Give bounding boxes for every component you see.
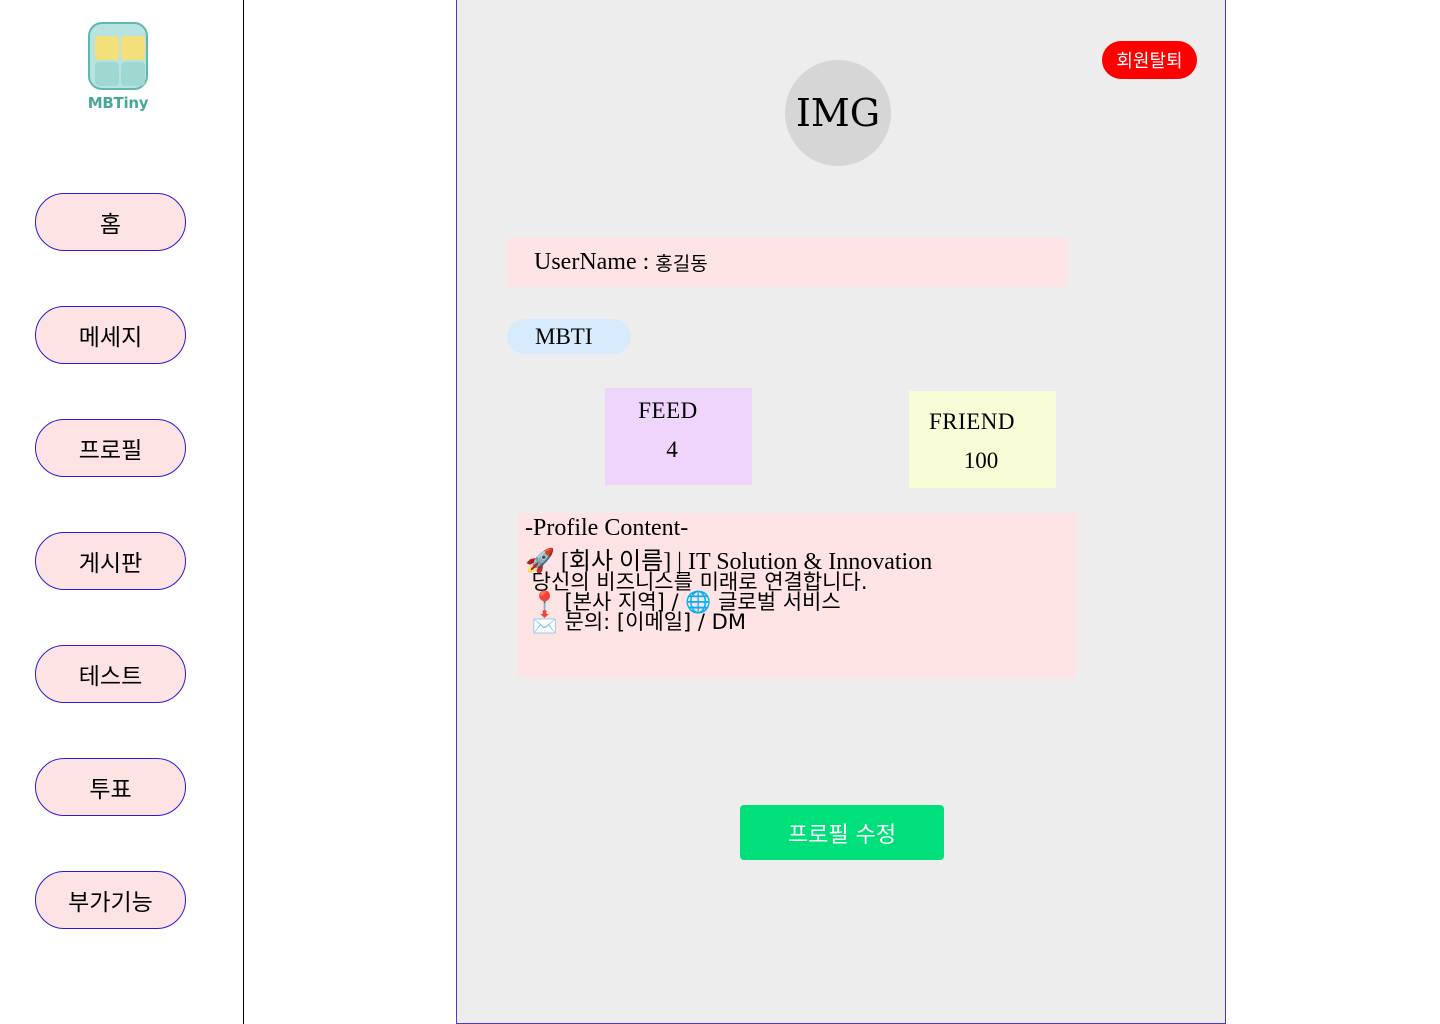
sidebar-item-board[interactable]: 게시판 <box>35 532 186 590</box>
sidebar-item-test[interactable]: 테스트 <box>35 645 186 703</box>
sidebar-item-message[interactable]: 메세지 <box>35 306 186 364</box>
logo-cell-infp <box>121 62 145 86</box>
profile-panel: 회원탈퇴 IMG UserName : 홍길동 MBTI FEED 4 FRIE… <box>456 0 1226 1024</box>
feed-label: FEED <box>638 398 698 423</box>
username-field: UserName : 홍길동 <box>507 238 1067 287</box>
profile-content-line: 당신의 비즈니스를 미래로 연결합니다. <box>525 570 868 594</box>
logo-icon <box>88 22 148 90</box>
mbti-badge[interactable]: MBTI <box>507 319 631 354</box>
withdraw-button[interactable]: 회원탈퇴 <box>1102 41 1197 79</box>
username-label: UserName <box>534 249 637 275</box>
sidebar-item-vote[interactable]: 투표 <box>35 758 186 816</box>
profile-content-line: 🚀 [회사 이름] | IT Solution & Innovation <box>525 549 933 575</box>
profile-content-line: 📩 문의: [이메일] / DM <box>525 610 746 634</box>
edit-profile-button[interactable]: 프로필 수정 <box>740 805 944 860</box>
mbtiny-logo[interactable]: MBTiny <box>86 20 150 116</box>
sidebar-item-home[interactable]: 홈 <box>35 193 186 251</box>
friend-label: FRIEND <box>928 409 1016 434</box>
logo-text: MBTiny <box>87 94 149 112</box>
logo-cell-intp <box>121 36 145 60</box>
sidebar: MBTiny 홈 메세지 프로필 게시판 테스트 투표 부가기능 <box>0 0 244 1024</box>
username-separator: : <box>636 249 656 275</box>
username-value: 홍길동 <box>655 253 708 275</box>
avatar[interactable]: IMG <box>785 60 891 166</box>
feed-stat[interactable]: FEED 4 <box>605 388 752 485</box>
feed-count: 4 <box>666 437 678 462</box>
profile-content-line: 📍 [본사 지역] / 🌐 글로벌 서비스 <box>525 590 841 614</box>
logo-cell-istj <box>95 36 119 60</box>
sidebar-item-profile[interactable]: 프로필 <box>35 419 186 477</box>
friend-count: 100 <box>963 448 999 473</box>
logo-cell-intp-2 <box>95 62 119 86</box>
profile-content-title: -Profile Content- <box>525 515 689 541</box>
sidebar-item-extra[interactable]: 부가기능 <box>35 871 186 929</box>
friend-stat[interactable]: FRIEND 100 <box>909 391 1056 488</box>
profile-content: -Profile Content- 🚀 [회사 이름] | IT Solutio… <box>518 513 1077 678</box>
